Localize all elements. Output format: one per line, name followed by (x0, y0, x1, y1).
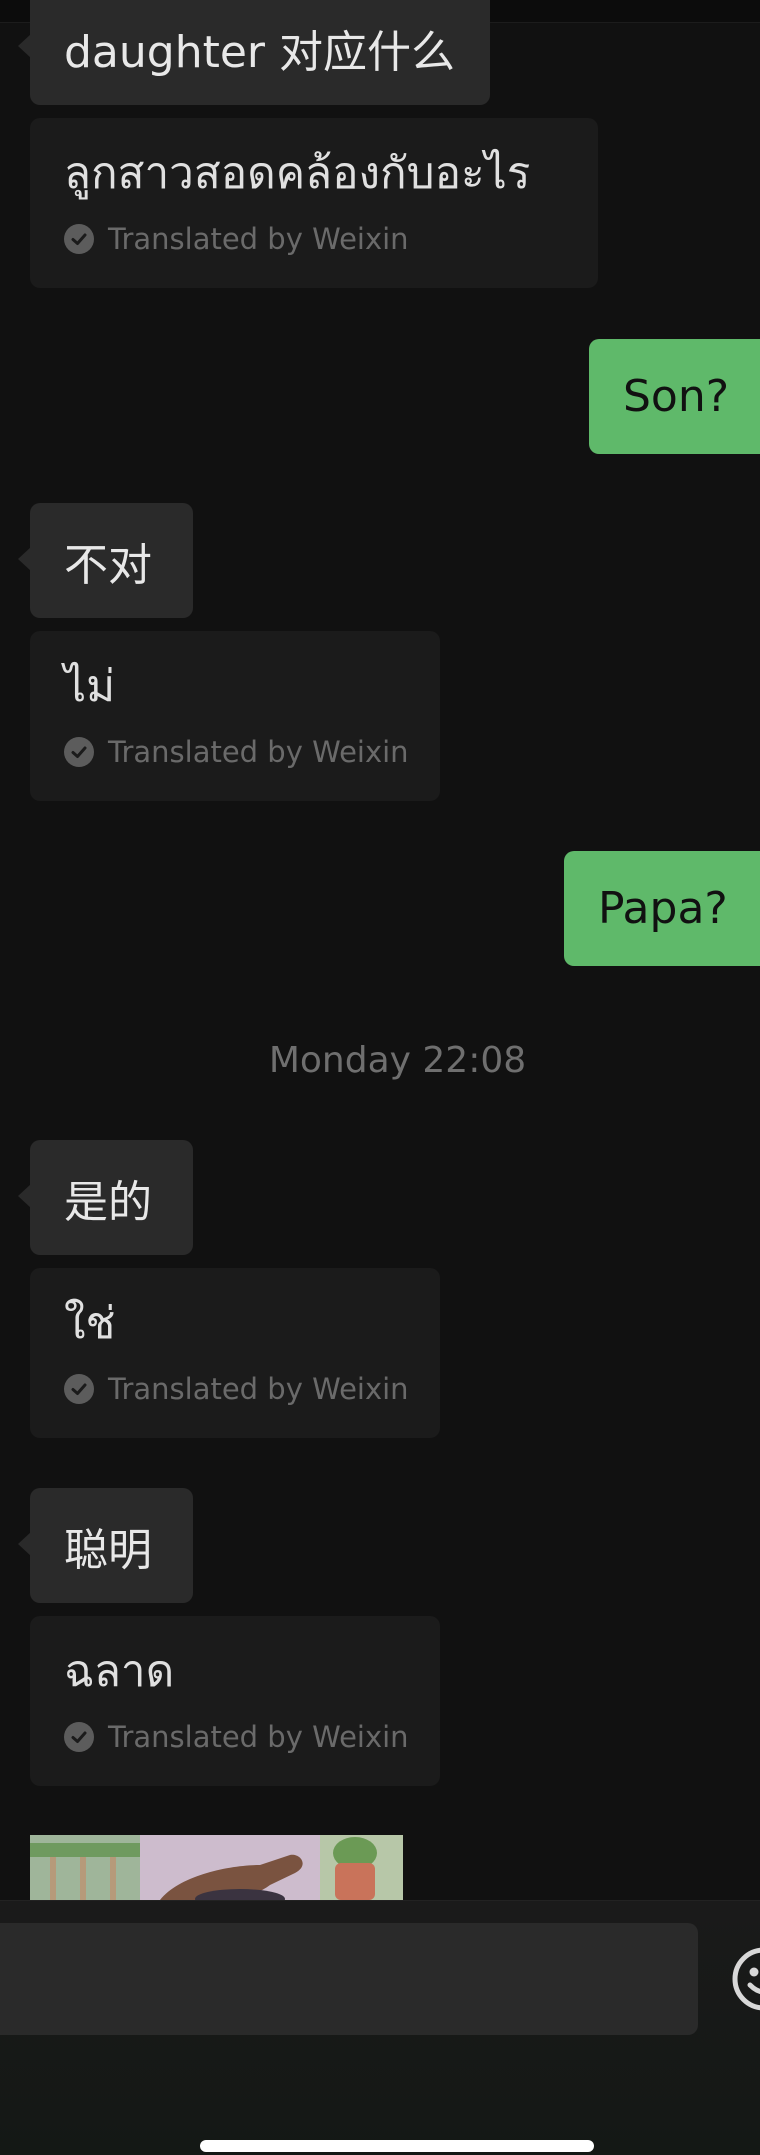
message-text: 是的 (64, 1176, 152, 1228)
translation-text: ใช่ (64, 1298, 116, 1349)
check-circle-icon (64, 1722, 94, 1752)
check-circle-icon (64, 737, 94, 767)
translated-by-label: Translated by Weixin (64, 222, 564, 256)
input-bar (0, 1900, 760, 2155)
cartoon-image (30, 1835, 403, 1900)
translation-bubble[interactable]: ลูกสาวสอดคล้องกับอะไร Translated by Weix… (30, 118, 598, 288)
translation-bubble[interactable]: ไม่ Translated by Weixin (30, 631, 440, 801)
chat-area[interactable]: daughter 对应什么 ลูกสาวสอดคล้องกับอะไร Tran… (0, 0, 760, 1900)
translation-text: ฉลาด (64, 1646, 175, 1697)
translation-bubble[interactable]: ฉลาด Translated by Weixin (30, 1616, 440, 1786)
incoming-message-bubble[interactable]: daughter 对应什么 (18, 0, 490, 105)
outgoing-message-bubble[interactable]: Papa? (564, 851, 760, 966)
bubble-tail (18, 1532, 31, 1556)
translation-text: ไม่ (64, 661, 116, 712)
translated-by-text: Translated by Weixin (108, 735, 409, 769)
translated-by-text: Translated by Weixin (108, 1372, 409, 1406)
message-text: daughter 对应什么 (64, 26, 455, 78)
translated-by-text: Translated by Weixin (108, 222, 409, 256)
translation-bubble[interactable]: ใช่ Translated by Weixin (30, 1268, 440, 1438)
home-indicator[interactable] (200, 2140, 594, 2152)
bubble-tail (18, 547, 31, 571)
incoming-message-bubble[interactable]: 聪明 (18, 1488, 193, 1603)
timestamp: Monday 22:08 (268, 1040, 527, 1081)
message-input[interactable] (0, 1923, 698, 2035)
message-text: Son? (623, 371, 730, 422)
bubble-tail (18, 34, 31, 58)
translation-text: ลูกสาวสอดคล้องกับอะไร (64, 148, 531, 199)
outgoing-message-bubble[interactable]: Son? (589, 339, 760, 454)
incoming-message-bubble[interactable]: 是的 (18, 1140, 193, 1255)
translated-by-text: Translated by Weixin (108, 1720, 409, 1754)
message-text: 不对 (64, 539, 152, 591)
incoming-message-bubble[interactable]: 不对 (18, 503, 193, 618)
translated-by-label: Translated by Weixin (64, 1720, 409, 1754)
emoji-icon[interactable] (730, 1945, 760, 2013)
translated-by-label: Translated by Weixin (64, 735, 409, 769)
message-text: 聪明 (64, 1524, 152, 1576)
bubble-tail (18, 1184, 31, 1208)
check-circle-icon (64, 224, 94, 254)
check-circle-icon (64, 1374, 94, 1404)
translated-by-label: Translated by Weixin (64, 1372, 409, 1406)
image-message[interactable] (30, 1835, 403, 1900)
message-text: Papa? (598, 883, 728, 934)
